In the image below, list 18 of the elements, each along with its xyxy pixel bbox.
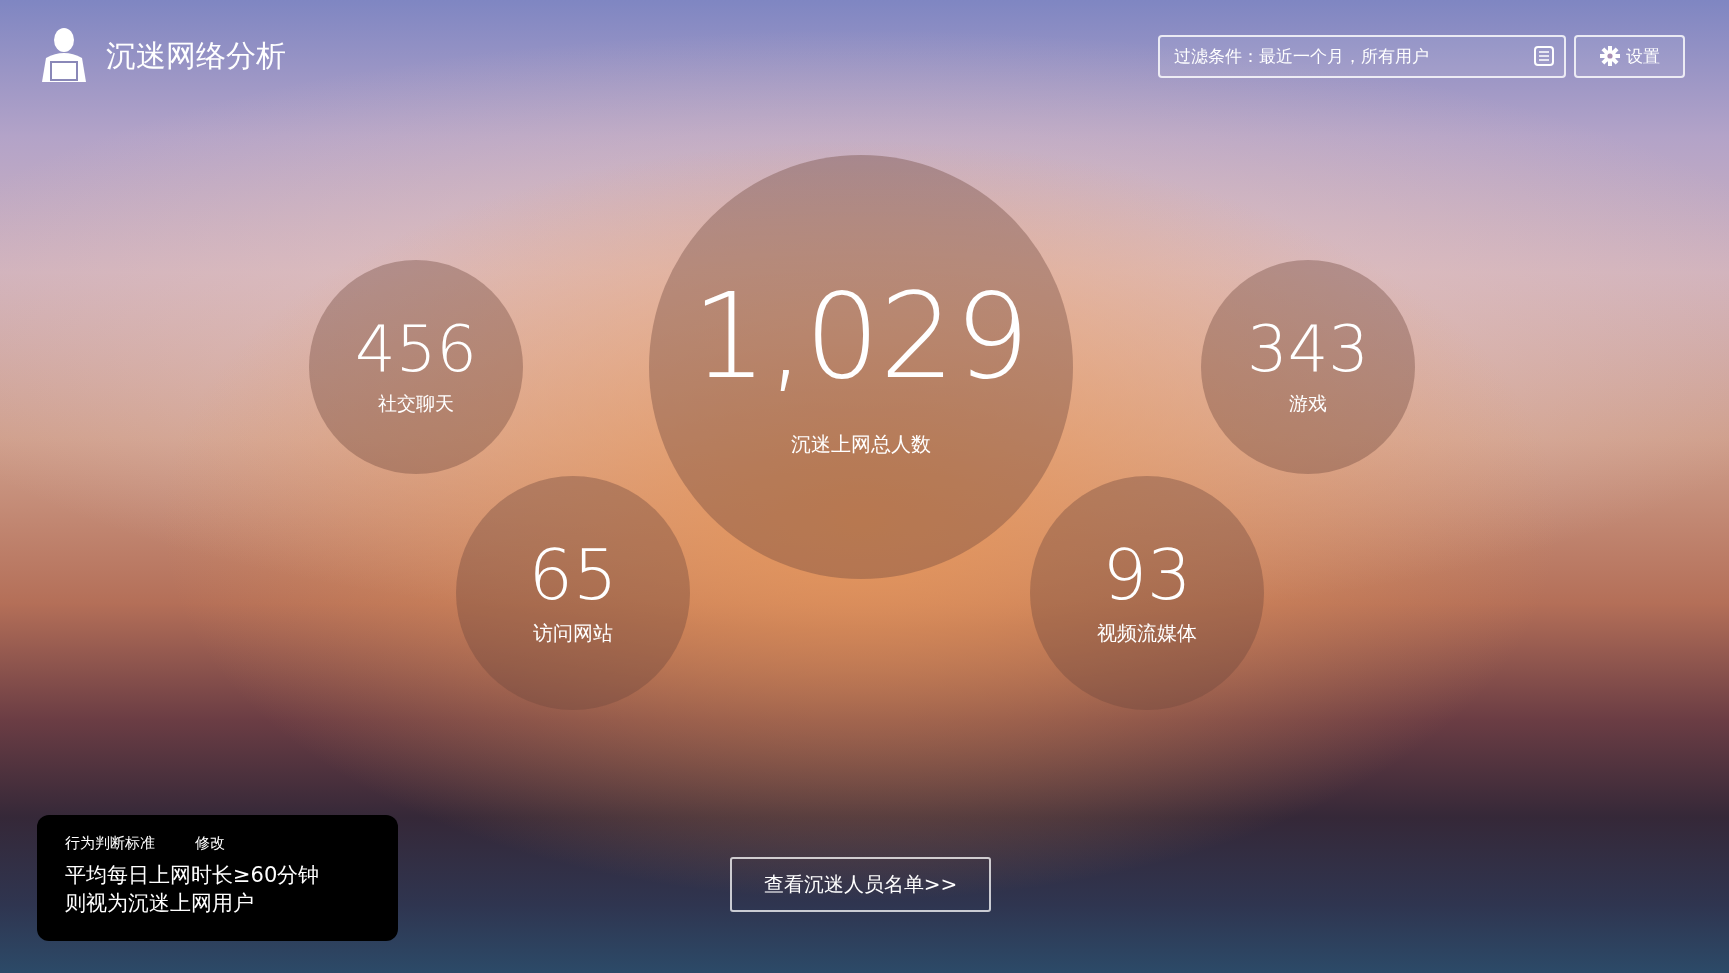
criteria-title: 行为判断标准 xyxy=(65,834,155,852)
list-icon xyxy=(1534,46,1554,66)
category-count: 65 xyxy=(528,539,618,610)
category-label: 游戏 xyxy=(1289,391,1327,416)
settings-icon xyxy=(1599,46,1620,66)
rule-text: 则视为沉迷上网用户 xyxy=(65,890,255,917)
category-count: 93 xyxy=(1102,539,1192,610)
total-label: 沉迷上网总人数 xyxy=(791,430,931,458)
total-count: 1,029 xyxy=(692,276,1030,395)
view-list-button[interactable]: 查看沉迷人员名单>> xyxy=(730,857,991,912)
category-label: 视频流媒体 xyxy=(1097,619,1197,647)
rule-text: 平均每日上网时长≥60分钟 xyxy=(65,862,321,889)
category-count: 456 xyxy=(354,317,478,381)
app-title: 沉迷网络分析 xyxy=(106,36,286,75)
category-label: 社交聊天 xyxy=(378,391,454,416)
category-count: 343 xyxy=(1246,317,1370,381)
edit-link[interactable]: 修改 xyxy=(195,834,225,852)
category-label: 访问网站 xyxy=(533,619,613,647)
